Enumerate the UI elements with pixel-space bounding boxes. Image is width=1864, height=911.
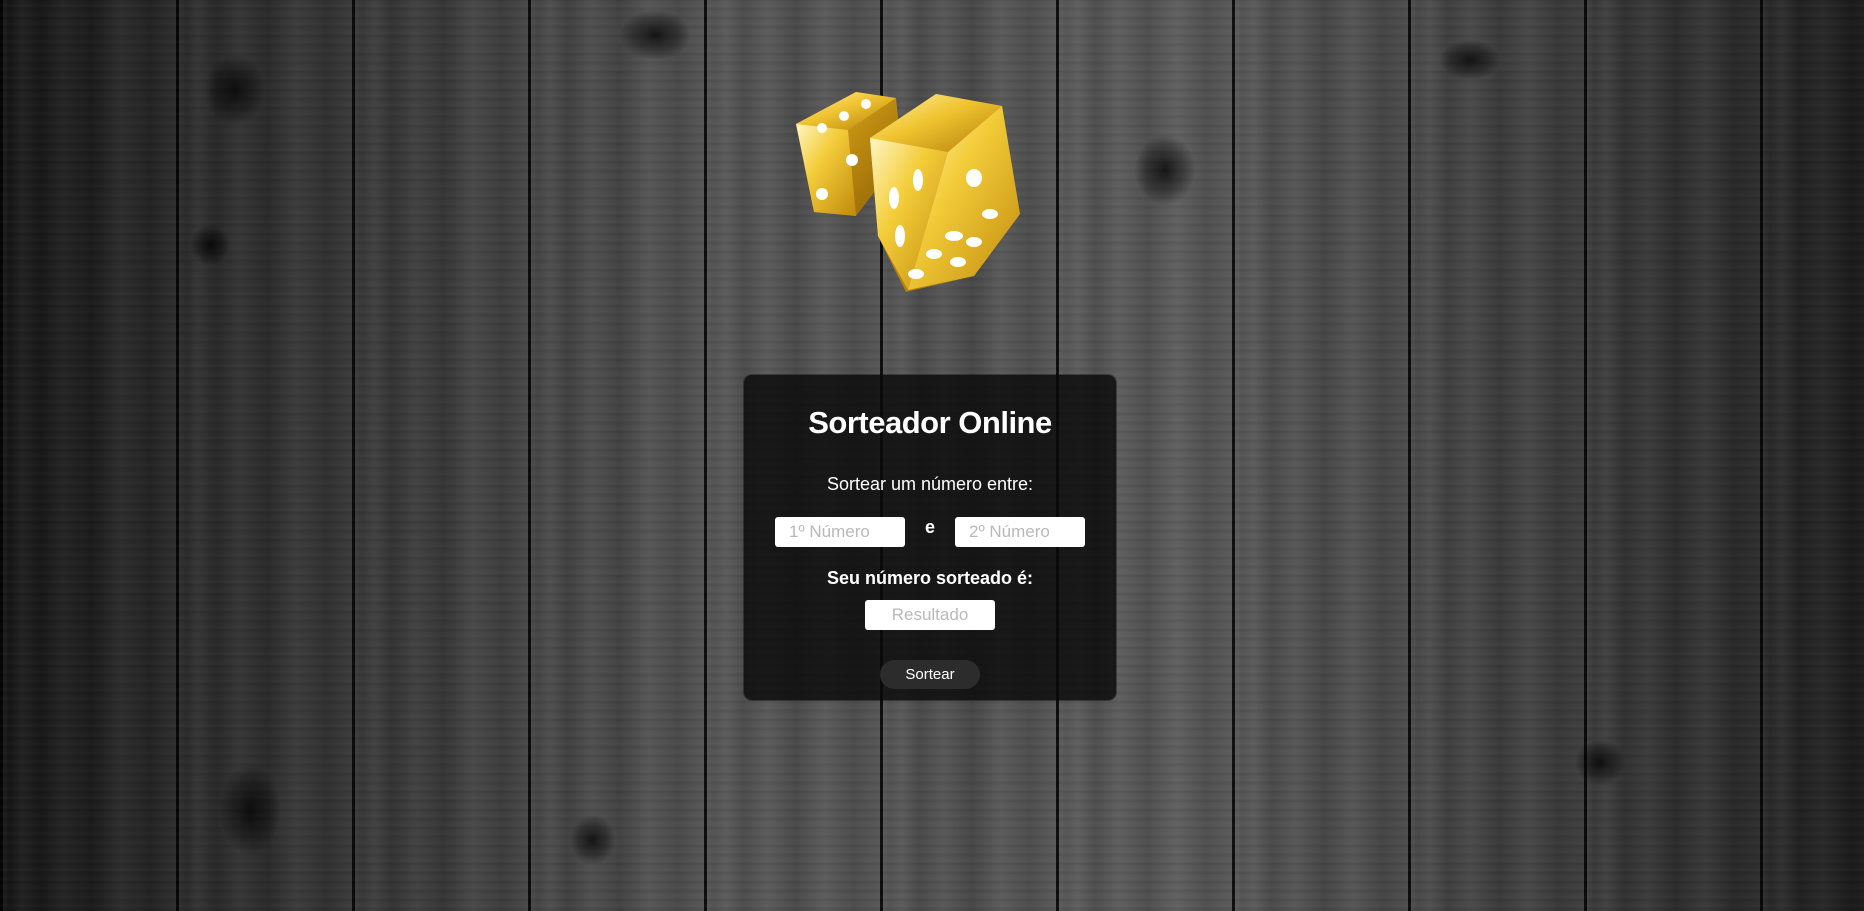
result-field — [865, 600, 995, 630]
wood-knot — [570, 815, 615, 865]
wood-knot — [1575, 740, 1625, 785]
wood-knot — [620, 10, 690, 60]
wood-knot — [220, 765, 280, 855]
wood-knot — [1440, 40, 1500, 80]
second-number-input[interactable] — [955, 517, 1085, 547]
draw-button[interactable]: Sortear — [880, 660, 980, 689]
draw-panel: Sorteador Online Sortear um número entre… — [744, 375, 1116, 700]
wood-knot — [1135, 135, 1195, 205]
wood-knot — [205, 55, 265, 125]
page-title: Sorteador Online — [808, 405, 1052, 440]
range-instruction: Sortear um número entre: — [826, 474, 1034, 494]
wood-knot — [190, 225, 230, 265]
dice-icon — [778, 86, 1084, 300]
result-label: Seu número sorteado é: — [826, 568, 1034, 588]
